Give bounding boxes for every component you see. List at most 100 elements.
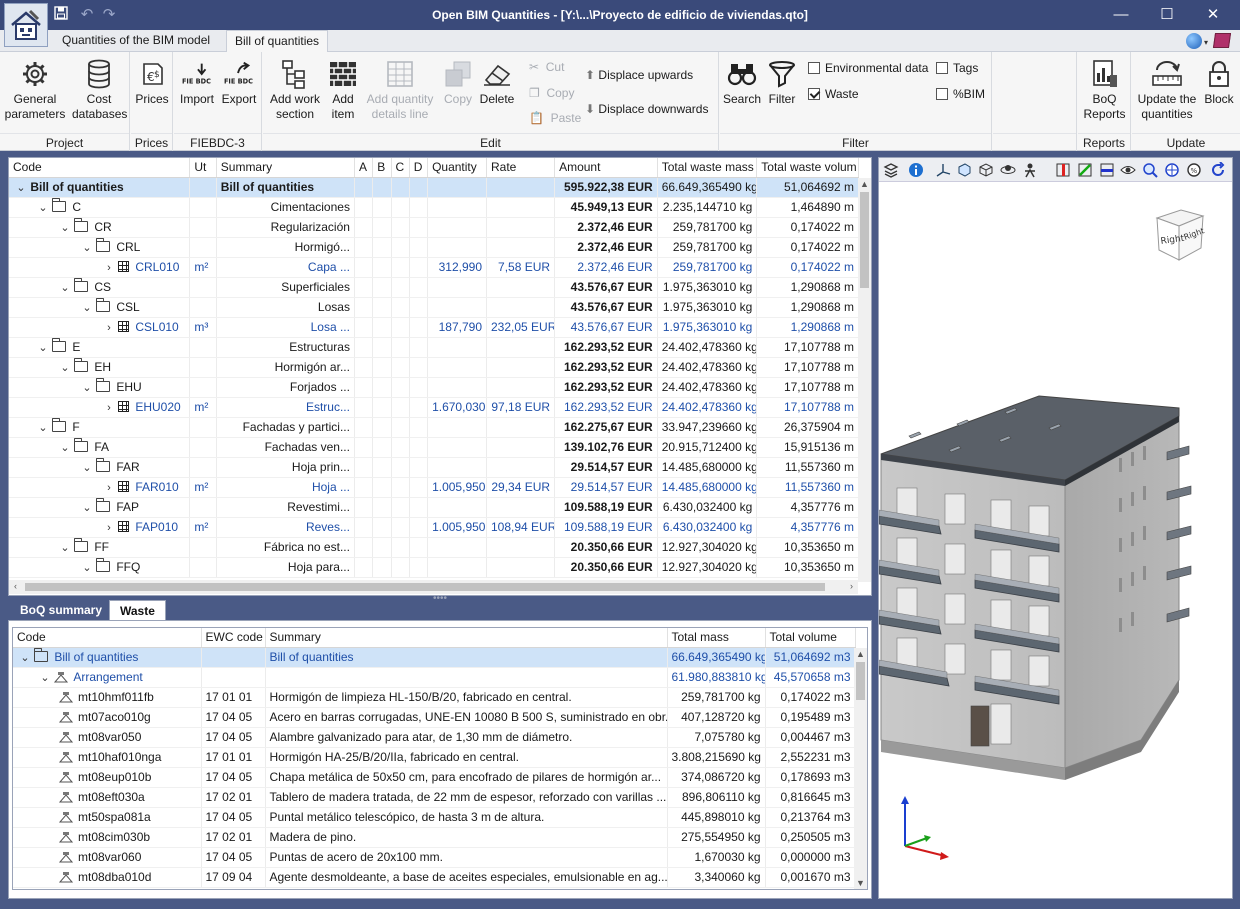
- collapse-arrow-icon[interactable]: ⌄: [81, 381, 93, 394]
- waste-checkbox[interactable]: Waste: [808, 85, 859, 103]
- checkbox-box[interactable]: [808, 88, 820, 100]
- zoom-percent-icon[interactable]: %: [1185, 161, 1203, 179]
- table-row[interactable]: mt08eup010b 17 04 05 Chapa metálica de 50x…: [13, 767, 856, 788]
- environmental-data-checkbox[interactable]: Environmental data: [808, 59, 928, 77]
- expand-arrow-icon[interactable]: ›: [103, 482, 115, 494]
- table-row[interactable]: mt08var050 17 04 05 Alambre galvanizado pa…: [13, 727, 856, 748]
- scroll-right-arrow[interactable]: ›: [845, 580, 858, 593]
- layers-icon[interactable]: [882, 161, 900, 179]
- copy-button[interactable]: Copy: [439, 58, 477, 107]
- table-row[interactable]: ⌄ FFQ Hoja para... 20.350,66 EUR 12.927,304…: [9, 557, 859, 578]
- table-row[interactable]: mt50spa081a 17 04 05 Puntal metálico teles…: [13, 807, 856, 828]
- checkbox-box[interactable]: [936, 62, 948, 74]
- import-button[interactable]: FIE BDC Import: [178, 58, 216, 107]
- checkbox-box[interactable]: [808, 62, 820, 74]
- scroll-up-arrow[interactable]: ▲: [858, 178, 871, 191]
- scroll-thumb[interactable]: [856, 662, 865, 700]
- table-row[interactable]: mt07aco010g 17 04 05 Acero en barras corru…: [13, 707, 856, 728]
- general-parameters-button[interactable]: General parameters: [4, 58, 66, 122]
- filter-button[interactable]: Filter: [764, 58, 800, 107]
- displace-upwards-button[interactable]: ⬆ Displace upwards: [585, 66, 693, 84]
- table-row[interactable]: mt10hmf011fb 17 01 01 Hormigón de limpieza…: [13, 687, 856, 708]
- navigation-cube[interactable]: Right Right: [1147, 204, 1213, 268]
- copy-small-button[interactable]: ❐ Copy: [529, 84, 574, 102]
- block-button[interactable]: Block: [1200, 58, 1238, 107]
- table-row[interactable]: ⌄ C Cimentaciones 45.949,13 EUR 2.235,14471…: [9, 197, 859, 218]
- table-row[interactable]: mt10haf010nga 17 01 01 Hormigón HA-25/B/20…: [13, 747, 856, 768]
- paste-button[interactable]: 📋 Paste: [529, 109, 581, 127]
- column-header[interactable]: A: [354, 158, 374, 178]
- collapse-arrow-icon[interactable]: ⌄: [15, 181, 27, 194]
- eye-icon[interactable]: [1119, 161, 1137, 179]
- collapse-arrow-icon[interactable]: ⌄: [37, 341, 49, 354]
- zoom-window-icon[interactable]: [1141, 161, 1159, 179]
- expand-arrow-icon[interactable]: ›: [103, 522, 115, 534]
- cut-button[interactable]: ✂ Cut: [529, 58, 564, 76]
- column-header[interactable]: Total volume: [765, 628, 856, 648]
- expand-arrow-icon[interactable]: ›: [103, 262, 115, 274]
- dropdown-arrow-icon[interactable]: ▾: [1204, 38, 1208, 47]
- column-header[interactable]: Total waste mass: [657, 158, 758, 178]
- add-item-button[interactable]: Add item: [327, 58, 359, 122]
- column-header[interactable]: Ut: [189, 158, 217, 178]
- tree-vertical-scrollbar[interactable]: ▲: [858, 178, 871, 582]
- column-header[interactable]: Quantity: [427, 158, 487, 178]
- table-row[interactable]: ⌄ CS Superficiales 43.576,67 EUR 1.975,3630…: [9, 277, 859, 298]
- column-header[interactable]: Total waste volum: [756, 158, 859, 178]
- collapse-arrow-icon[interactable]: ⌄: [39, 671, 51, 684]
- axes-view-icon[interactable]: [934, 161, 952, 179]
- collapse-arrow-icon[interactable]: ⌄: [81, 301, 93, 314]
- tags-checkbox[interactable]: Tags: [936, 59, 978, 77]
- add-quantity-details-line-button[interactable]: Add quantity details line: [363, 58, 437, 122]
- table-row[interactable]: ⌄ CRL Hormigó... 2.372,46 EUR 259,781700 kg…: [9, 237, 859, 258]
- collapse-arrow-icon[interactable]: ⌄: [19, 651, 31, 664]
- table-row[interactable]: › CRL010 m² Capa ... 312,990 7,58 EUR 2.372,4…: [9, 257, 859, 278]
- table-row[interactable]: ⌄ E Estructuras 162.293,52 EUR 24.402,47836…: [9, 337, 859, 358]
- column-header[interactable]: Amount: [554, 158, 658, 178]
- table-row[interactable]: ⌄ FA Fachadas ven... 139.102,76 EUR 20.915,…: [9, 437, 859, 458]
- section-plane-red-icon[interactable]: [1054, 161, 1072, 179]
- table-row[interactable]: ⌄ CR Regularización 2.372,46 EUR 259,781700…: [9, 217, 859, 238]
- tab-boq-summary[interactable]: BoQ summary: [10, 600, 112, 621]
- table-row[interactable]: ⌄ F Fachadas y partici... 162.275,67 EUR 33…: [9, 417, 859, 438]
- table-row[interactable]: mt08var060 17 04 05 Puntas de acero de 20x…: [13, 847, 856, 868]
- table-row[interactable]: › FAR010 m² Hoja ... 1.005,950 29,34 EUR 29.5…: [9, 477, 859, 498]
- maximize-button[interactable]: ☐: [1144, 0, 1190, 30]
- table-row[interactable]: ⌄ EHU Forjados ... 162.293,52 EUR 24.402,47…: [9, 377, 859, 398]
- table-row[interactable]: ⌄ FAR Hoja prin... 29.514,57 EUR 14.485,680…: [9, 457, 859, 478]
- building-3d-model[interactable]: [879, 388, 1233, 808]
- expand-arrow-icon[interactable]: ›: [103, 322, 115, 334]
- column-header[interactable]: Code: [9, 158, 191, 178]
- displace-downwards-button[interactable]: ⬇ Displace downwards: [585, 100, 708, 118]
- tab-waste[interactable]: Waste: [109, 600, 166, 621]
- cost-databases-button[interactable]: Cost databases: [72, 58, 127, 122]
- collapse-arrow-icon[interactable]: ⌄: [59, 441, 71, 454]
- collapse-arrow-icon[interactable]: ⌄: [81, 241, 93, 254]
- tree-horizontal-scrollbar[interactable]: ‹ ›: [9, 580, 858, 594]
- section-plane-green-icon[interactable]: [1076, 161, 1094, 179]
- column-header[interactable]: Summary: [216, 158, 355, 178]
- table-row[interactable]: › EHU020 m² Estruc... 1.670,030 97,18 EUR 162…: [9, 397, 859, 418]
- table-row[interactable]: › CSL010 m³ Losa ... 187,790 232,05 EUR 43.57…: [9, 317, 859, 338]
- column-header[interactable]: Summary: [265, 628, 668, 648]
- table-row[interactable]: mt08eft030a 17 02 01 Tablero de madera tra…: [13, 787, 856, 808]
- scroll-thumb[interactable]: [860, 192, 869, 288]
- table-row[interactable]: ⌄ Bill of quantities Bill of quantities 66…: [13, 647, 856, 668]
- collapse-arrow-icon[interactable]: ⌄: [59, 361, 71, 374]
- minimize-button[interactable]: —: [1098, 0, 1144, 30]
- update-quantities-button[interactable]: Update the quantities: [1134, 58, 1200, 122]
- column-header[interactable]: C: [391, 158, 410, 178]
- collapse-arrow-icon[interactable]: ⌄: [59, 221, 71, 234]
- table-row[interactable]: ⌄ EH Hormigón ar... 162.293,52 EUR 24.402,4…: [9, 357, 859, 378]
- tab-bill-of-quantities[interactable]: Bill of quantities: [226, 30, 329, 52]
- scroll-left-arrow[interactable]: ‹: [9, 580, 22, 593]
- help-book-icon[interactable]: [1212, 33, 1232, 48]
- column-header[interactable]: B: [372, 158, 392, 178]
- checkbox-box[interactable]: [936, 88, 948, 100]
- collapse-arrow-icon[interactable]: ⌄: [81, 561, 93, 574]
- table-row[interactable]: ⌄ FAP Revestimi... 109.588,19 EUR 6.430,032…: [9, 497, 859, 518]
- table-row[interactable]: ⌄ CSL Losas 43.576,67 EUR 1.975,363010 kg 1,…: [9, 297, 859, 318]
- column-header[interactable]: Total mass: [667, 628, 766, 648]
- table-row[interactable]: ⌄ FF Fábrica no est... 20.350,66 EUR 12.927…: [9, 537, 859, 558]
- add-work-section-button[interactable]: Add work section: [266, 58, 324, 122]
